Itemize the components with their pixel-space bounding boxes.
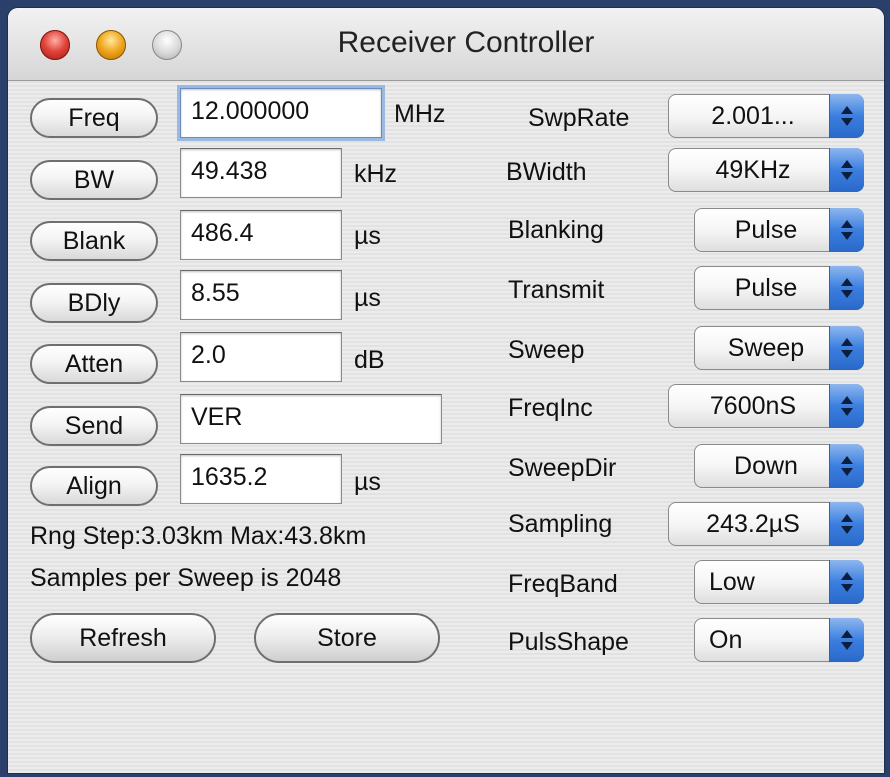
transmit-label: Transmit — [508, 276, 605, 304]
blanking-label: Blanking — [508, 216, 604, 244]
pulsshape-select[interactable]: On — [694, 618, 864, 662]
align-unit: µs — [354, 468, 381, 496]
up-down-arrows-icon — [829, 208, 864, 252]
samples-info: Samples per Sweep is 2048 — [30, 564, 342, 592]
send-button[interactable]: Send — [30, 406, 158, 446]
blanking-value: Pulse — [734, 216, 798, 244]
bwidth-label: BWidth — [506, 158, 587, 186]
freqinc-select[interactable]: 7600nS — [668, 384, 864, 428]
transmit-value: Pulse — [734, 274, 798, 302]
up-down-arrows-icon — [829, 502, 864, 546]
atten-button[interactable]: Atten — [30, 344, 158, 384]
up-down-arrows-icon — [829, 148, 864, 192]
up-down-arrows-icon — [829, 444, 864, 488]
bw-button[interactable]: BW — [30, 160, 158, 200]
atten-unit: dB — [354, 346, 385, 374]
freq-button[interactable]: Freq — [30, 98, 158, 138]
atten-field[interactable]: 2.0 — [180, 332, 342, 382]
title-bar[interactable]: Receiver Controller — [8, 8, 884, 81]
sweepdir-select[interactable]: Down — [694, 444, 864, 488]
blank-field[interactable]: 486.4 — [180, 210, 342, 260]
blanking-select[interactable]: Pulse — [694, 208, 864, 252]
bdly-button[interactable]: BDly — [30, 283, 158, 323]
sweep-label: Sweep — [508, 336, 585, 364]
align-button[interactable]: Align — [30, 466, 158, 506]
up-down-arrows-icon — [829, 94, 864, 138]
freq-unit: MHz — [394, 100, 446, 128]
freqinc-value: 7600nS — [709, 392, 797, 420]
pulsshape-label: PulsShape — [508, 628, 629, 656]
up-down-arrows-icon — [829, 384, 864, 428]
bwidth-value: 49KHz — [715, 156, 791, 184]
up-down-arrows-icon — [829, 326, 864, 370]
bw-field[interactable]: 49.438 — [180, 148, 342, 198]
sampling-value: 243.2µS — [706, 510, 800, 538]
range-info: Rng Step:3.03km Max:43.8km — [30, 522, 367, 550]
freqband-select[interactable]: Low — [694, 560, 864, 604]
transmit-select[interactable]: Pulse — [694, 266, 864, 310]
window-title: Receiver Controller — [337, 26, 595, 59]
blank-button[interactable]: Blank — [30, 221, 158, 261]
swprate-label: SwpRate — [528, 104, 630, 132]
bw-unit: kHz — [354, 160, 398, 188]
sweepdir-label: SweepDir — [508, 454, 617, 482]
up-down-arrows-icon — [829, 266, 864, 310]
send-field[interactable]: VER — [180, 394, 442, 444]
sweep-select[interactable]: Sweep — [694, 326, 864, 370]
pulsshape-value: On — [709, 626, 743, 654]
swprate-value: 2.001... — [711, 102, 795, 130]
sweep-value: Sweep — [727, 334, 805, 362]
up-down-arrows-icon — [829, 618, 864, 662]
sampling-select[interactable]: 243.2µS — [668, 502, 864, 546]
sampling-label: Sampling — [508, 510, 613, 538]
blank-unit: µs — [354, 222, 381, 250]
store-button[interactable]: Store — [254, 613, 440, 663]
bwidth-select[interactable]: 49KHz — [668, 148, 864, 192]
sweepdir-value: Down — [734, 452, 798, 480]
bdly-unit: µs — [354, 284, 381, 312]
freqband-label: FreqBand — [508, 570, 618, 598]
freqinc-label: FreqInc — [508, 394, 593, 422]
refresh-button[interactable]: Refresh — [30, 613, 216, 663]
freq-field[interactable]: 12.000000 — [180, 88, 382, 138]
freqband-value: Low — [709, 568, 755, 596]
up-down-arrows-icon — [829, 560, 864, 604]
receiver-controller-window: Receiver Controller Freq 12.000000 MHz B… — [8, 8, 884, 773]
bdly-field[interactable]: 8.55 — [180, 270, 342, 320]
align-field[interactable]: 1635.2 — [180, 454, 342, 504]
swprate-select[interactable]: 2.001... — [668, 94, 864, 138]
